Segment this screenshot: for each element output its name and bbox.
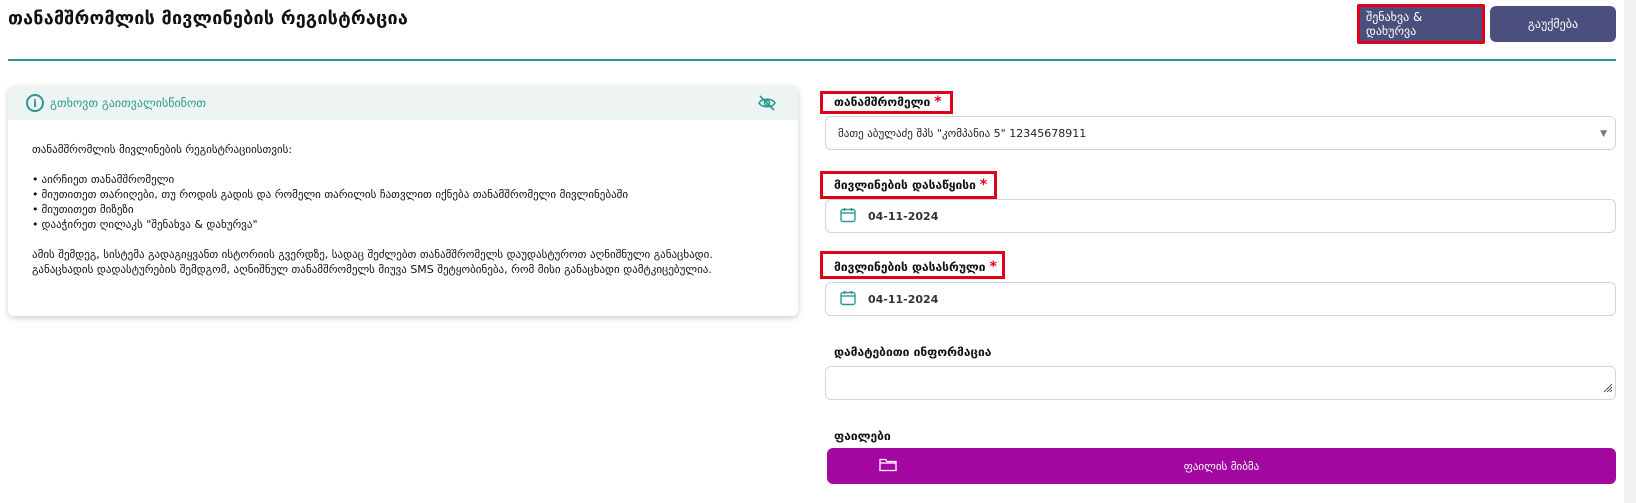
end-date-value: 04-11-2024 [868, 292, 939, 306]
save-and-close-label: შენახვა & დახურვა [1357, 4, 1485, 44]
header-divider [8, 59, 1616, 61]
end-date-label: მივლინების დასასრული * [834, 259, 997, 275]
end-date-label-text: მივლინების დასასრული [834, 260, 986, 274]
employee-label: თანამშრომელი * [834, 94, 942, 110]
chevron-down-icon: ▼ [1600, 129, 1607, 139]
start-date-label: მივლინების დასაწყისი * [834, 177, 987, 193]
info-step: დააჭირეთ ღილაკს "შენახვა & დახურვა" [32, 217, 774, 232]
employee-label-text: თანამშრომელი [834, 95, 931, 109]
files-label: ფაილები [834, 429, 891, 443]
start-date-label-text: მივლინების დასაწყისი [834, 178, 976, 192]
attach-file-button[interactable]: ფაილის მიბმა [827, 448, 1616, 484]
info-step: მიუთითეთ თარიღები, თუ როდის გადის და რომ… [32, 187, 774, 202]
save-and-close-button[interactable]: შენახვა & დახურვა [1357, 4, 1485, 44]
info-step: აირჩიეთ თანამშრომელი [32, 172, 774, 187]
info-outro: ამის შემდეგ, სისტემა გადაგიყვანთ ისტორიი… [32, 248, 713, 276]
info-body: თანამშრომლის მივლინების რეგისტრაციისთვის… [8, 120, 798, 277]
info-step: მიუთითეთ მიზეზი [32, 202, 774, 217]
eye-off-icon[interactable] [758, 95, 776, 115]
resize-handle-icon[interactable] [1603, 378, 1613, 397]
required-mark: * [934, 94, 942, 110]
attach-file-label: ფაილის მიბმა [1183, 459, 1260, 473]
info-title: გთხოვთ გაითვალისწინოთ [50, 96, 206, 110]
info-icon: i [26, 94, 44, 112]
start-date-value: 04-11-2024 [868, 209, 939, 223]
end-date-input[interactable]: 04-11-2024 [825, 282, 1616, 316]
info-card-header: i გთხოვთ გაითვალისწინოთ [8, 86, 798, 120]
employee-select-value: მათე აბულაძე შპს "კომპანია 5" 1234567891… [838, 126, 1087, 140]
start-date-input[interactable]: 04-11-2024 [825, 199, 1616, 233]
employee-select[interactable]: მათე აბულაძე შპს "კომპანია 5" 1234567891… [825, 116, 1616, 150]
required-mark: * [979, 177, 988, 193]
additional-info-textarea[interactable] [825, 366, 1616, 400]
info-intro: თანამშრომლის მივლინების რეგისტრაციისთვის… [32, 143, 293, 156]
page-scrollbar[interactable] [1624, 0, 1636, 503]
required-mark: * [989, 259, 997, 275]
info-card: i გთხოვთ გაითვალისწინოთ თანამშრომლის მივ… [8, 86, 798, 316]
info-steps: აირჩიეთ თანამშრომელი მიუთითეთ თარიღები, … [32, 172, 774, 232]
page-title: თანამშრომლის მივლინების რეგისტრაცია [8, 8, 409, 29]
calendar-icon[interactable] [840, 207, 856, 226]
cancel-button[interactable]: გაუქმება [1490, 6, 1616, 42]
additional-info-label: დამატებითი ინფორმაცია [834, 345, 992, 359]
calendar-icon[interactable] [840, 290, 856, 309]
